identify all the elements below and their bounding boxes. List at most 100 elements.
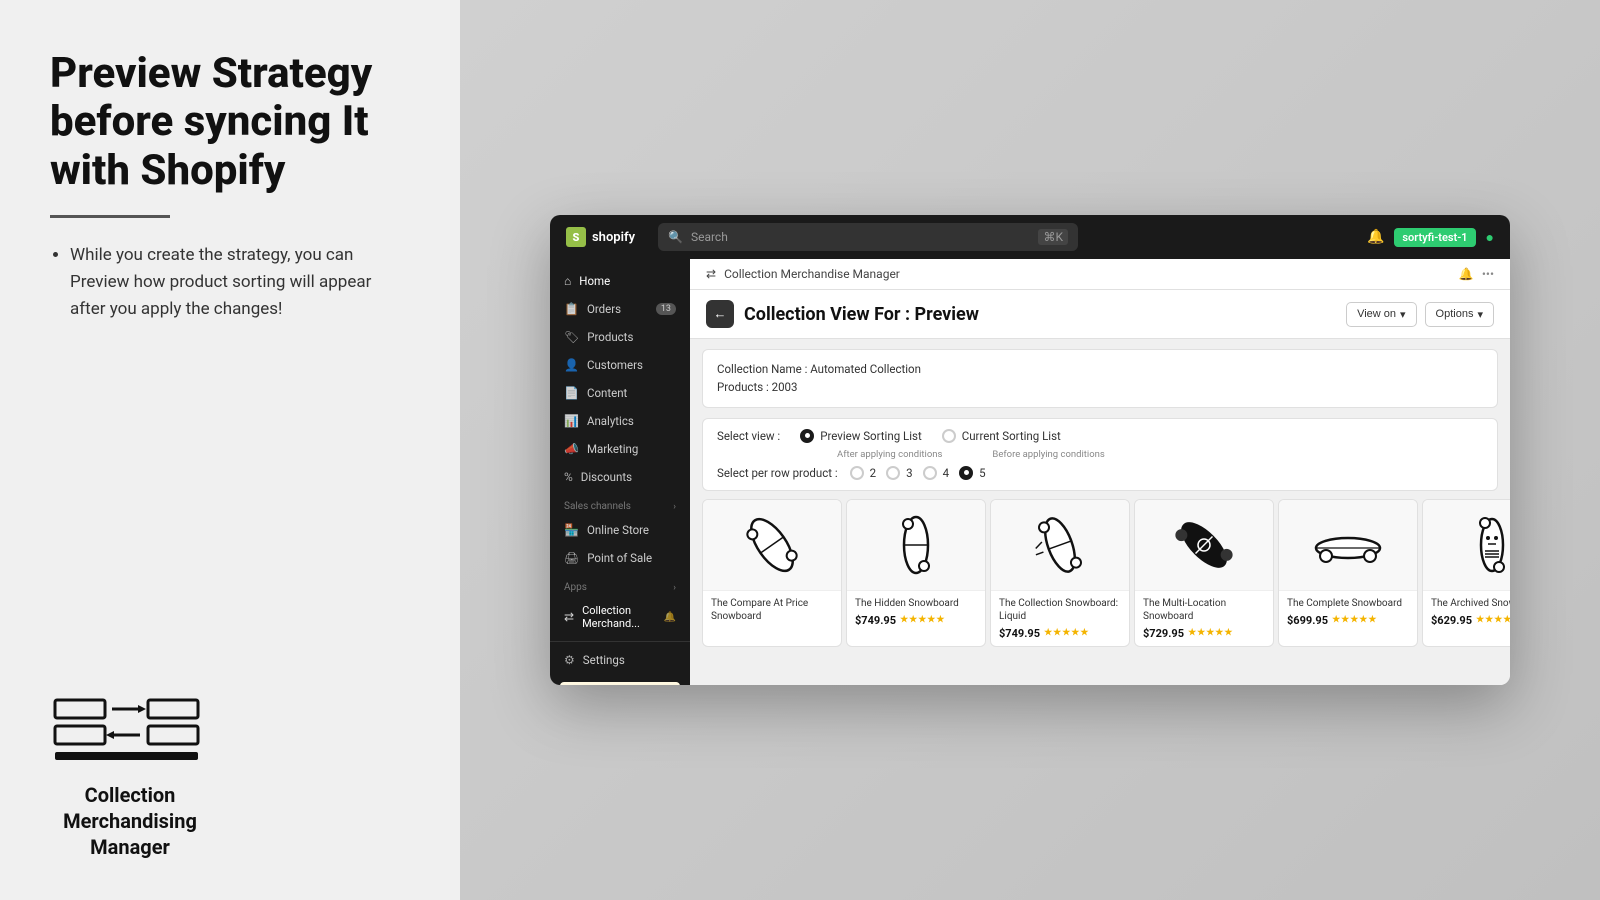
divider bbox=[50, 215, 170, 218]
search-kbd: ⌘K bbox=[1038, 229, 1068, 245]
product-name: The Compare At Price Snowboard bbox=[711, 597, 833, 623]
content-header: ⇄ Collection Merchandise Manager 🔔 ••• bbox=[690, 259, 1510, 290]
sidebar-item-label: Settings bbox=[583, 653, 625, 667]
per-row-5-radio[interactable] bbox=[959, 466, 973, 480]
back-button[interactable]: ← bbox=[706, 300, 734, 328]
left-panel: Preview Strategy before syncing It with … bbox=[0, 0, 460, 900]
per-row-2-radio[interactable] bbox=[850, 466, 864, 480]
collection-view-title: Collection View For : Preview bbox=[744, 304, 979, 325]
collection-name: Collection Name : Automated Collection bbox=[717, 360, 1483, 378]
app-name-label: Collection Merchandising Manager bbox=[50, 782, 210, 860]
pos-icon: 🖨 bbox=[564, 551, 579, 565]
shopify-logo-icon: S bbox=[566, 227, 586, 247]
sidebar-item-marketing[interactable]: 📣 Marketing bbox=[550, 435, 690, 463]
per-row-options: 2 3 4 5 bbox=[850, 466, 986, 480]
per-row-4-radio[interactable] bbox=[923, 466, 937, 480]
preview-sorting-label: Preview Sorting List bbox=[820, 429, 922, 443]
sidebar-warning: ℹ️ Non-transferable Checkout and Custome… bbox=[560, 682, 680, 685]
sidebar-item-home[interactable]: ⌂ Home bbox=[550, 267, 690, 295]
collection-header: ← Collection View For : Preview View on … bbox=[690, 290, 1510, 339]
product-price: $699.95 ★★★★★ bbox=[1287, 614, 1409, 627]
product-name: The Collection Snowboard: Liquid bbox=[999, 597, 1121, 623]
main-heading: Preview Strategy before syncing It with … bbox=[50, 50, 410, 195]
product-card[interactable]: The Compare At Price Snowboard bbox=[702, 499, 842, 647]
options-button[interactable]: Options ▾ bbox=[1425, 302, 1494, 327]
product-info: The Multi-Location Snowboard $729.95 ★★★… bbox=[1135, 590, 1273, 646]
store-icon: 🏪 bbox=[564, 523, 579, 537]
more-options-icon[interactable]: ••• bbox=[1482, 267, 1494, 281]
product-card[interactable]: The Collection Snowboard: Liquid $749.95… bbox=[990, 499, 1130, 647]
current-sorting-radio[interactable] bbox=[942, 429, 956, 443]
sidebar-item-analytics[interactable]: 📊 Analytics bbox=[550, 407, 690, 435]
sidebar-item-content[interactable]: 📄 Content bbox=[550, 379, 690, 407]
current-sorting-label: Current Sorting List bbox=[962, 429, 1061, 443]
chevron-down-icon: ▾ bbox=[1400, 308, 1406, 321]
sidebar-item-products[interactable]: 🏷 Products bbox=[550, 323, 690, 351]
home-icon: ⌂ bbox=[564, 274, 571, 288]
shopify-topbar: S shopify 🔍 Search ⌘K 🔔 sortyfi-test-1 ● bbox=[550, 215, 1510, 259]
product-price: $749.95 ★★★★★ bbox=[855, 614, 977, 627]
product-info: The Archived Snowboard $629.95 ★★★★★ bbox=[1423, 590, 1510, 633]
chevron-right-icon: › bbox=[673, 583, 676, 593]
product-card[interactable]: The Hidden Snowboard $749.95 ★★★★★ bbox=[846, 499, 986, 647]
stars: ★★★★★ bbox=[1476, 615, 1510, 625]
products-icon: 🏷 bbox=[564, 330, 579, 344]
sidebar-item-orders[interactable]: 📋 Orders 13 bbox=[550, 295, 690, 323]
current-sorting-sublabel: Before applying conditions bbox=[992, 449, 1104, 460]
product-price: $749.95 ★★★★★ bbox=[999, 627, 1121, 640]
store-badge: sortyfi-test-1 bbox=[1394, 228, 1475, 247]
sidebar-item-pos[interactable]: 🖨 Point of Sale bbox=[550, 544, 690, 572]
sidebar-item-label: Customers bbox=[587, 358, 643, 372]
sidebar-item-collection-merch[interactable]: ⇄ Collection Merchand... 🔔 bbox=[550, 597, 690, 637]
sidebar-item-label: Online Store bbox=[587, 523, 649, 537]
per-row-4[interactable]: 4 bbox=[923, 466, 949, 480]
orders-badge: 13 bbox=[656, 303, 676, 315]
per-row-3-radio[interactable] bbox=[886, 466, 900, 480]
topbar-right: 🔔 sortyfi-test-1 ● bbox=[1367, 228, 1494, 247]
product-image bbox=[703, 500, 841, 590]
content-header-right: 🔔 ••• bbox=[1459, 267, 1494, 281]
sidebar: ⌂ Home 📋 Orders 13 🏷 Products 👤 Customer… bbox=[550, 259, 690, 685]
sidebar-item-label: Orders bbox=[587, 302, 621, 316]
product-image bbox=[847, 500, 985, 590]
product-price: $729.95 ★★★★★ bbox=[1143, 627, 1265, 640]
search-text: Search bbox=[691, 230, 728, 244]
bell-header-icon[interactable]: 🔔 bbox=[1459, 267, 1474, 281]
view-sublabels-row: After applying conditions Before applyin… bbox=[717, 449, 1483, 460]
stars: ★★★★★ bbox=[1044, 628, 1089, 638]
sidebar-item-settings[interactable]: ⚙ Settings bbox=[550, 646, 690, 674]
shopify-logo: S shopify bbox=[566, 227, 646, 247]
analytics-icon: 📊 bbox=[564, 414, 579, 428]
customers-icon: 👤 bbox=[564, 358, 579, 372]
app-icon: ⇄ bbox=[564, 610, 574, 624]
bell-icon[interactable]: 🔔 bbox=[1367, 229, 1384, 245]
preview-sorting-sublabel: After applying conditions bbox=[837, 449, 942, 460]
orders-icon: 📋 bbox=[564, 302, 579, 316]
preview-sorting-option[interactable]: Preview Sorting List bbox=[800, 429, 922, 443]
sidebar-item-customers[interactable]: 👤 Customers bbox=[550, 351, 690, 379]
content-icon: 📄 bbox=[564, 386, 579, 400]
product-card[interactable]: The Archived Snowboard $629.95 ★★★★★ bbox=[1422, 499, 1510, 647]
product-card[interactable]: The Complete Snowboard $699.95 ★★★★★ bbox=[1278, 499, 1418, 647]
view-on-button[interactable]: View on ▾ bbox=[1346, 302, 1416, 327]
sidebar-item-label: Point of Sale bbox=[587, 551, 652, 565]
product-image bbox=[1279, 500, 1417, 590]
current-sorting-option[interactable]: Current Sorting List bbox=[942, 429, 1061, 443]
per-row-5[interactable]: 5 bbox=[959, 466, 985, 480]
sidebar-item-online-store[interactable]: 🏪 Online Store bbox=[550, 516, 690, 544]
product-card[interactable]: The Multi-Location Snowboard $729.95 ★★★… bbox=[1134, 499, 1274, 647]
search-icon: 🔍 bbox=[668, 230, 683, 244]
preview-sorting-radio[interactable] bbox=[800, 429, 814, 443]
sidebar-item-discounts[interactable]: % Discounts bbox=[550, 463, 690, 491]
search-bar[interactable]: 🔍 Search ⌘K bbox=[658, 223, 1078, 251]
view-selector: Select view : Preview Sorting List Curre… bbox=[702, 418, 1498, 491]
product-info: The Compare At Price Snowboard bbox=[703, 590, 841, 633]
per-row-2[interactable]: 2 bbox=[850, 466, 876, 480]
sidebar-bell-icon: 🔔 bbox=[664, 612, 676, 623]
collection-title-row: ← Collection View For : Preview bbox=[706, 300, 979, 328]
products-grid: The Compare At Price Snowboard bbox=[690, 491, 1510, 655]
discounts-icon: % bbox=[564, 470, 573, 484]
product-info: The Hidden Snowboard $749.95 ★★★★★ bbox=[847, 590, 985, 633]
per-row-3[interactable]: 3 bbox=[886, 466, 912, 480]
product-info: The Complete Snowboard $699.95 ★★★★★ bbox=[1279, 590, 1417, 633]
